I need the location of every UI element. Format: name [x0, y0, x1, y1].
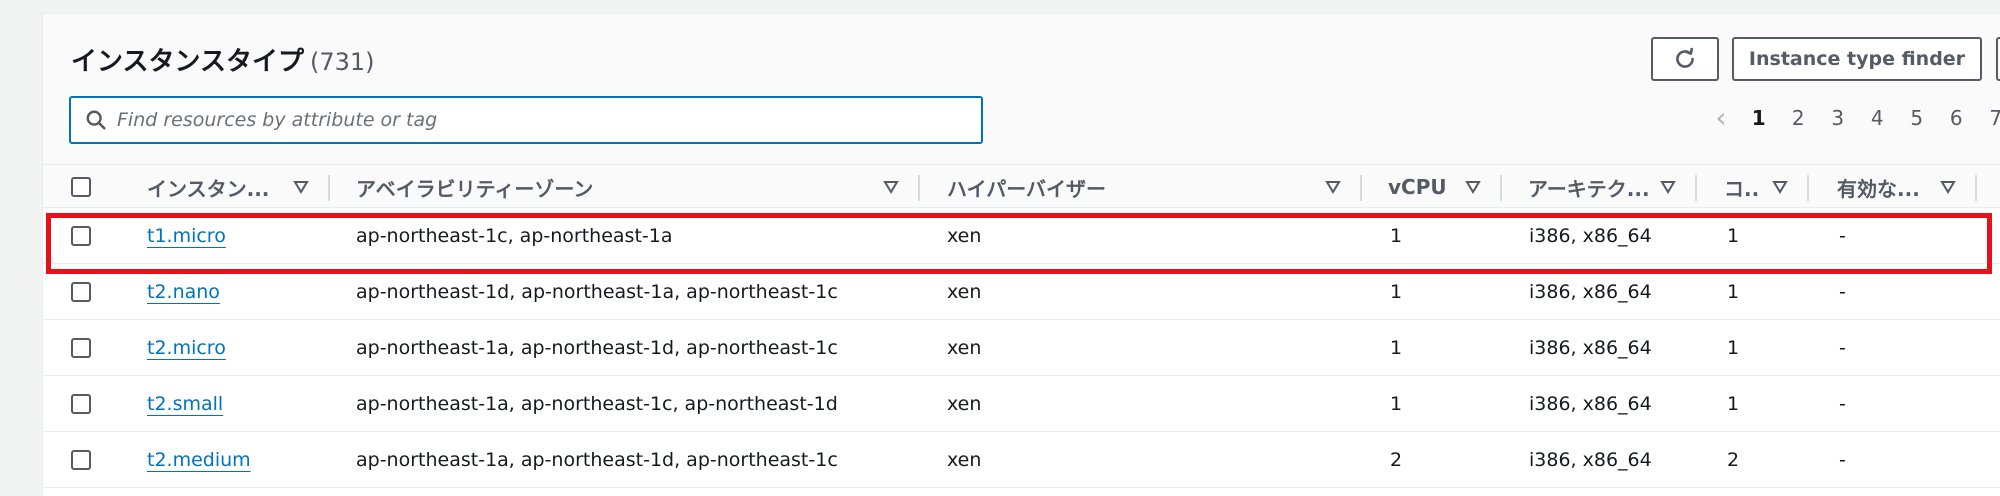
page-4-button[interactable]: 4 [1858, 106, 1898, 130]
availability-zones: ap-northeast-1a, ap-northeast-1c, ap-nor… [356, 393, 838, 415]
page-2-button[interactable]: 2 [1779, 106, 1819, 130]
availability-zones: ap-northeast-1a, ap-northeast-1d, ap-nor… [356, 337, 838, 359]
page-7-button[interactable]: 7 [1976, 106, 2000, 130]
instance-type-link[interactable]: t2.micro [147, 337, 226, 359]
pagination: ‹ 1 2 3 4 5 6 7 [1703, 104, 2000, 132]
core-count: 2 [1727, 449, 1740, 471]
core-count: 1 [1727, 393, 1740, 415]
page-1-button[interactable]: 1 [1739, 106, 1779, 130]
page-6-button[interactable]: 6 [1937, 106, 1977, 130]
column-header-instance-type[interactable]: インスタン... [147, 165, 269, 209]
sort-icon[interactable] [293, 180, 309, 194]
column-header-hypervisor[interactable]: ハイパーバイザー [947, 165, 1106, 209]
sort-icon[interactable] [883, 180, 899, 194]
instance-type-finder-button[interactable]: Instance type finder [1732, 37, 1982, 81]
instance-type-link[interactable]: t2.medium [147, 449, 251, 471]
column-header-vcpu[interactable]: vCPU [1388, 165, 1447, 209]
row-checkbox[interactable] [71, 282, 91, 302]
sort-icon[interactable] [1940, 180, 1956, 194]
column-separator[interactable] [328, 175, 330, 201]
page-title-text: インスタンスタイプ [71, 47, 304, 77]
column-separator[interactable] [1975, 175, 1977, 201]
row-checkbox[interactable] [71, 338, 91, 358]
instance-type-link[interactable]: t2.nano [147, 281, 220, 303]
vcpu-count: 2 [1390, 449, 1403, 471]
table-row[interactable]: t2.micro ap-northeast-1a, ap-northeast-1… [43, 320, 2000, 376]
vcpu-count: 1 [1390, 393, 1403, 415]
column-header-availability-zone[interactable]: アベイラビリティーゾーン [356, 165, 593, 209]
table-row[interactable]: t2.medium ap-northeast-1a, ap-northeast-… [43, 432, 2000, 488]
hypervisor: xen [947, 393, 982, 415]
column-separator[interactable] [1695, 175, 1697, 201]
sort-icon[interactable] [1325, 180, 1341, 194]
instance-type-link[interactable]: t2.small [147, 393, 223, 415]
core-count: 1 [1727, 337, 1740, 359]
refresh-button[interactable] [1651, 37, 1719, 81]
column-separator[interactable] [918, 175, 920, 201]
hypervisor: xen [947, 449, 982, 471]
select-all-checkbox[interactable] [71, 177, 91, 197]
refresh-icon [1676, 47, 1694, 68]
valid-value: - [1839, 393, 1846, 415]
valid-value: - [1839, 449, 1846, 471]
availability-zones: ap-northeast-1a, ap-northeast-1d, ap-nor… [356, 449, 838, 471]
vcpu-count: 1 [1390, 337, 1403, 359]
table-header: インスタン... アベイラビリティーゾーン ハイパーバイザー vCPU アーキテ… [43, 164, 2000, 208]
search-input[interactable] [117, 109, 937, 131]
row-checkbox[interactable] [71, 394, 91, 414]
more-actions-button[interactable] [1996, 37, 2000, 81]
architecture: i386, x86_64 [1529, 393, 1652, 415]
panel-header: インスタンスタイプ(731) Instance type finder ‹ 1 … [43, 14, 2000, 164]
row-checkbox[interactable] [71, 450, 91, 470]
column-separator[interactable] [1360, 175, 1362, 201]
table-row[interactable]: t2.small ap-northeast-1a, ap-northeast-1… [43, 376, 2000, 432]
hypervisor: xen [947, 337, 982, 359]
column-header-valid[interactable]: 有効な... [1837, 165, 1920, 209]
valid-value: - [1839, 337, 1846, 359]
column-separator[interactable] [1500, 175, 1502, 201]
instance-count: (731) [309, 48, 375, 76]
column-header-cores[interactable]: コ.. [1724, 165, 1759, 209]
sort-icon[interactable] [1465, 180, 1481, 194]
architecture: i386, x86_64 [1529, 337, 1652, 359]
previous-page-button[interactable]: ‹ [1703, 104, 1739, 132]
search-box[interactable] [69, 96, 983, 144]
highlight-annotation-box [46, 213, 1992, 274]
page-3-button[interactable]: 3 [1818, 106, 1858, 130]
search-icon [86, 110, 106, 130]
column-header-architecture[interactable]: アーキテク... [1528, 165, 1650, 209]
sort-icon[interactable] [1772, 180, 1788, 194]
column-separator[interactable] [1807, 175, 1809, 201]
architecture: i386, x86_64 [1529, 449, 1652, 471]
page-title: インスタンスタイプ (731) [71, 41, 375, 78]
sort-icon[interactable] [1660, 180, 1676, 194]
page-5-button[interactable]: 5 [1897, 106, 1937, 130]
